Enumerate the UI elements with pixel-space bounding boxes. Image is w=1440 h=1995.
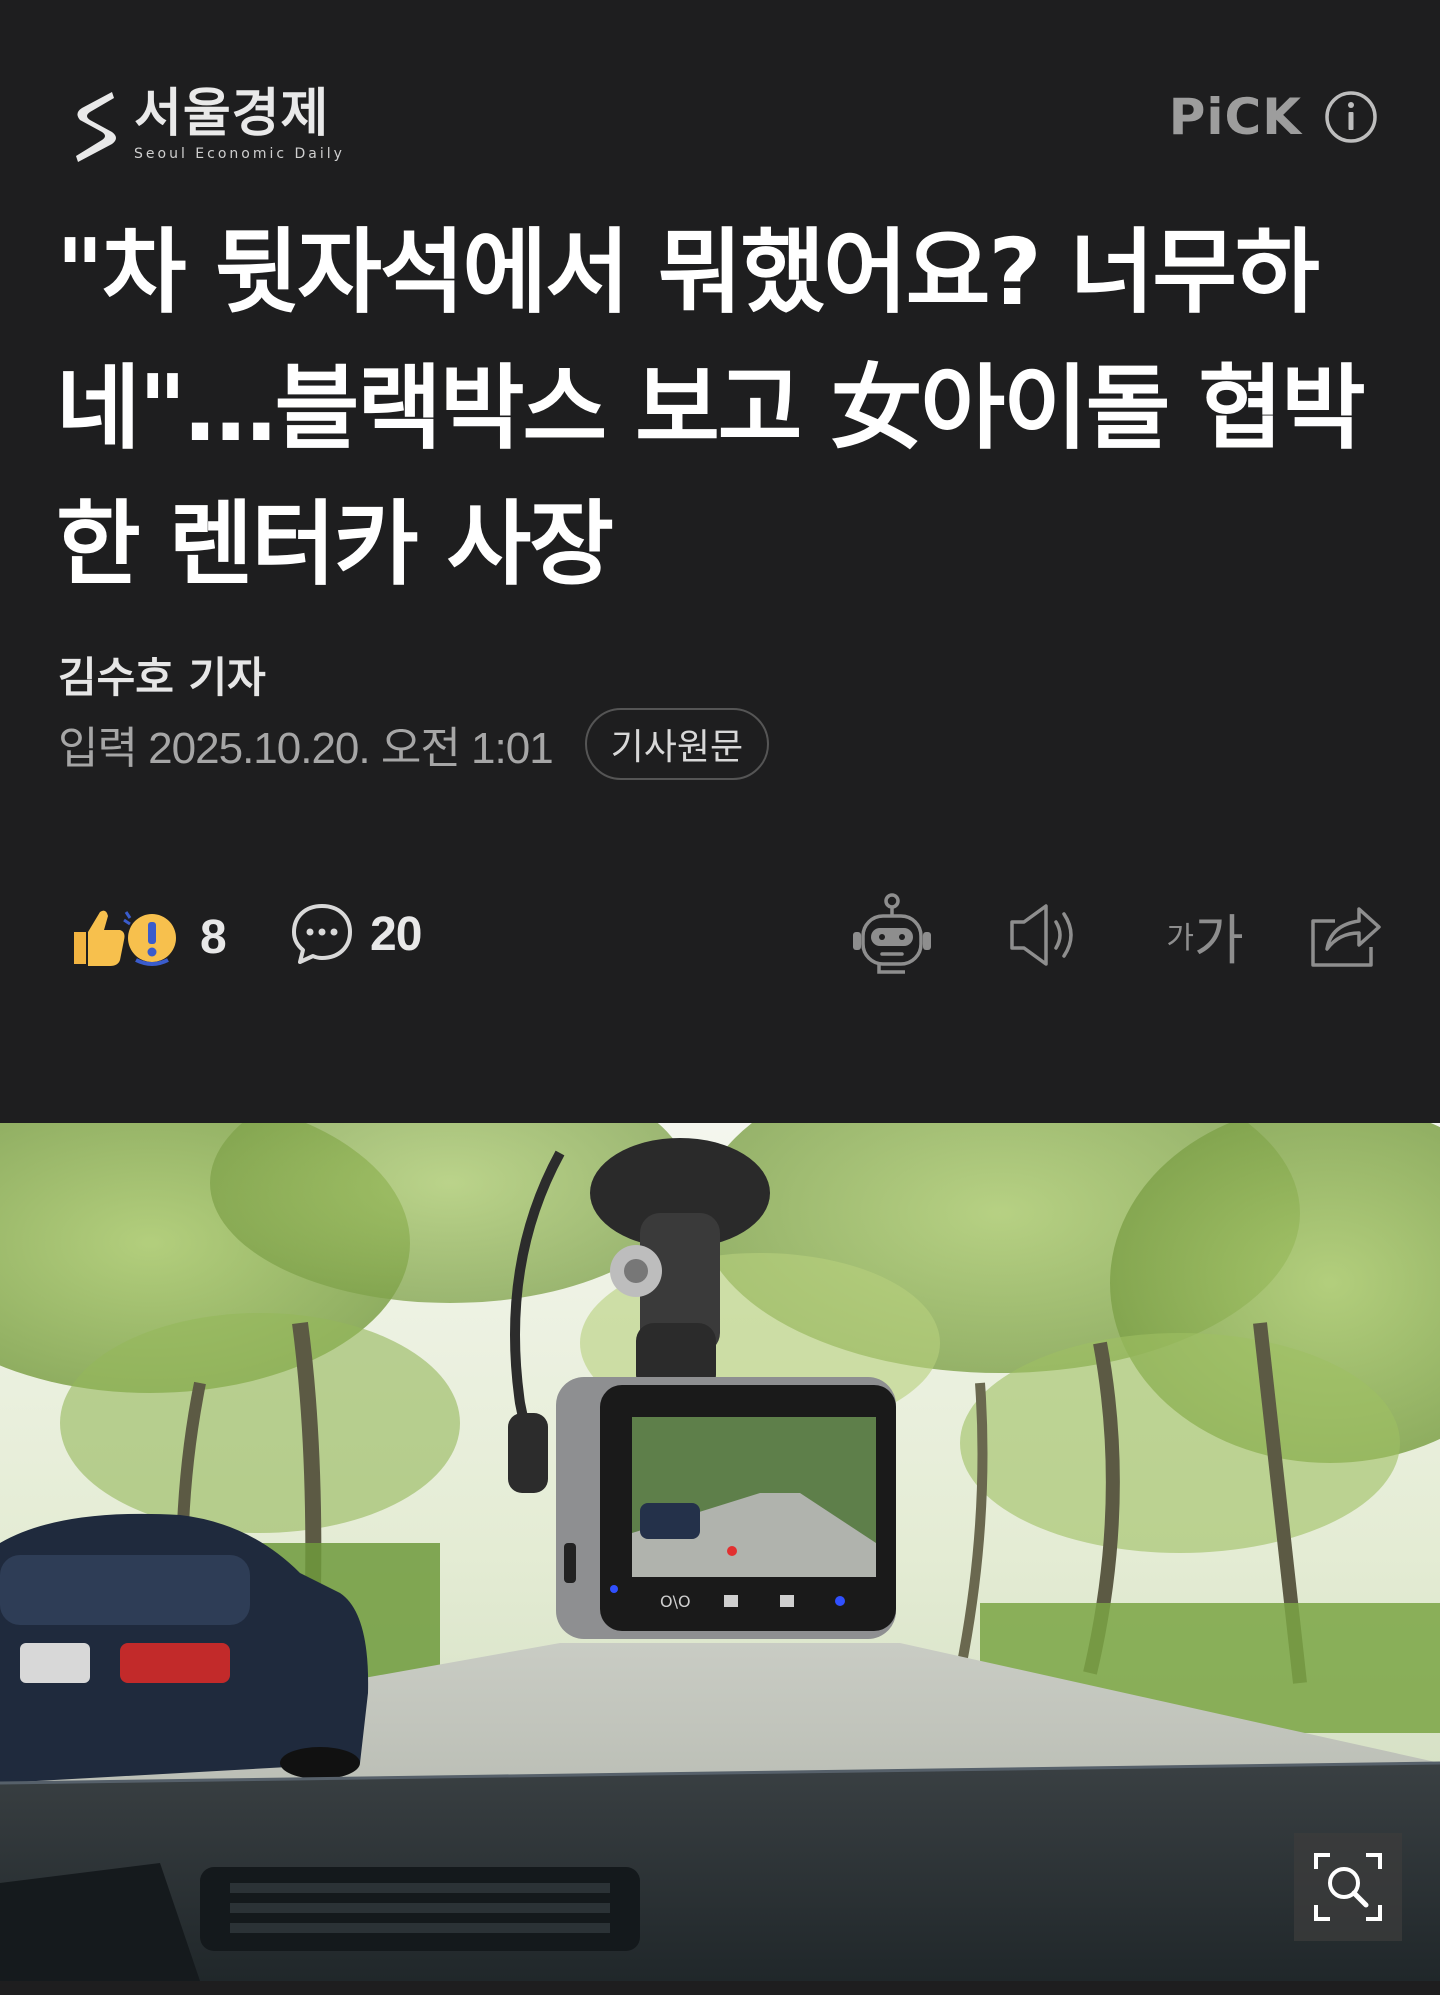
text-to-speech-speaker-icon xyxy=(1010,904,1073,966)
brand-s-logo-icon xyxy=(76,92,116,162)
comment-bubble-icon xyxy=(292,904,352,964)
reaction-emoji-icon xyxy=(74,910,176,966)
brand-logo[interactable]: 서울경제 Seoul Economic Daily xyxy=(72,84,345,166)
reaction-count: 8 xyxy=(200,910,227,964)
action-bar: 8 20 가 가 xyxy=(60,890,1381,980)
text-to-speech-button[interactable] xyxy=(1000,890,1090,980)
ai-summary-robot-icon xyxy=(853,893,931,974)
comment-button[interactable]: 20 xyxy=(290,902,422,966)
pick-label: PiCK xyxy=(1168,88,1302,146)
share-icon xyxy=(1311,907,1381,967)
reaction-button[interactable]: 8 xyxy=(64,902,227,972)
pick-badge[interactable]: PiCK xyxy=(1169,88,1378,146)
font-size-small-glyph: 가 xyxy=(1166,921,1194,956)
brand-tagline: Seoul Economic Daily xyxy=(134,146,345,162)
article-photo[interactable]: O\O xyxy=(0,1123,1440,1981)
brand-name: 서울경제 xyxy=(134,84,330,144)
comment-count: 20 xyxy=(370,907,422,961)
article-header: 서울경제 Seoul Economic Daily PiCK "차 뒷자석에서 … xyxy=(0,0,1440,1123)
article-title: "차 뒷자석에서 뭐했어요? 너무하네"…블랙박스 보고 女아이돌 협박한 렌터… xyxy=(56,219,1366,598)
dashcam-photo: O\O xyxy=(0,1123,1440,1981)
svg-text:O\O: O\O xyxy=(660,1592,691,1611)
publish-date: 입력 2025.10.20. 오전 1:01 xyxy=(58,724,554,773)
author-name[interactable]: 김수호 기자 xyxy=(58,644,266,705)
article-meta: 입력 2025.10.20. 오전 1:01 기사원문 xyxy=(58,706,770,782)
bottom-divider xyxy=(0,1981,1440,1995)
font-size-button[interactable]: 가 가 xyxy=(1150,890,1260,980)
ai-summary-button[interactable] xyxy=(847,890,937,980)
zoom-image-button[interactable] xyxy=(1294,1833,1402,1941)
font-size-big-glyph: 가 xyxy=(1193,908,1244,972)
info-circle-icon[interactable] xyxy=(1324,90,1378,144)
original-article-button[interactable]: 기사원문 xyxy=(584,708,770,780)
zoom-magnifier-icon xyxy=(1314,1853,1382,1921)
share-button[interactable] xyxy=(1300,890,1390,980)
